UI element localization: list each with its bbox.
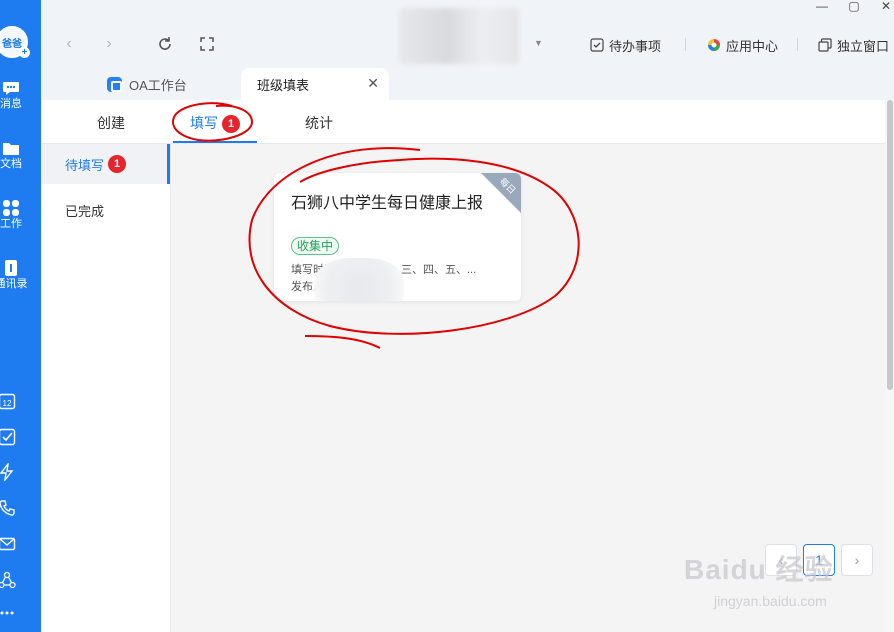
url-dropdown-icon[interactable]: ▼ bbox=[534, 38, 543, 48]
refresh-icon[interactable] bbox=[156, 35, 174, 53]
tab-class-form-label: 班级填表 bbox=[257, 77, 310, 93]
phone-icon[interactable] bbox=[0, 499, 16, 517]
contacts-icon bbox=[5, 260, 17, 276]
subtab-bar: 创建 填写 1 统计 bbox=[41, 100, 885, 144]
standalone-window-label: 独立窗口 bbox=[837, 38, 890, 54]
rail-label-contacts: 通讯录 bbox=[0, 278, 28, 290]
oa-logo-icon bbox=[107, 76, 122, 92]
rail-label-work: 工作 bbox=[0, 218, 22, 230]
todo-check-icon[interactable] bbox=[0, 428, 16, 446]
message-icon bbox=[3, 82, 19, 95]
window-icon bbox=[818, 38, 832, 52]
rail-label-messages: 消息 bbox=[0, 98, 22, 110]
rail-item-contacts[interactable]: 通讯录 bbox=[0, 260, 28, 291]
todo-label: 待办事项 bbox=[609, 38, 662, 54]
close-window-icon[interactable]: ✕ bbox=[879, 0, 893, 12]
divider bbox=[797, 38, 798, 51]
browser-topbar: ‹ › ▼ 待办事项 应用中心 独立窗口 — ▢ ✕ OA工作台 班级填表 ✕ bbox=[41, 0, 894, 100]
watermark-url: jingyan.baidu.com bbox=[714, 593, 827, 609]
todo-icon bbox=[590, 38, 604, 52]
avatar-text: 爸爸 bbox=[2, 38, 22, 50]
rail-item-messages[interactable]: 消息 bbox=[0, 80, 28, 111]
scrollbar[interactable] bbox=[885, 100, 894, 632]
active-tab-indicator bbox=[173, 141, 257, 143]
calendar-day: 12 bbox=[3, 399, 12, 408]
form-title: 石狮八中学生每日健康上报 bbox=[291, 195, 484, 212]
sidebar-item-pending-label: 待填写 bbox=[65, 157, 105, 173]
app-center-icon bbox=[708, 39, 720, 51]
tab-stats-label: 统计 bbox=[305, 115, 333, 131]
minimize-icon[interactable]: — bbox=[815, 0, 829, 12]
next-page-button[interactable]: › bbox=[841, 544, 873, 576]
add-status-icon[interactable]: + bbox=[19, 47, 30, 58]
form-card[interactable]: 石狮八中学生每日健康上报 每日 收集中 填写时间：周一、二、三、四、五、... … bbox=[274, 173, 521, 301]
more-icon[interactable] bbox=[0, 604, 16, 622]
lightning-icon[interactable] bbox=[0, 463, 16, 481]
standalone-window-button[interactable]: 独立窗口 bbox=[818, 37, 890, 54]
rail-item-docs[interactable]: 文档 bbox=[0, 140, 28, 171]
sidebar-item-done[interactable]: 已完成 bbox=[41, 190, 170, 230]
calendar-icon[interactable]: 12 bbox=[0, 392, 16, 410]
sidebar-item-done-label: 已完成 bbox=[65, 203, 105, 219]
app-rail: 爸爸 + 消息 文档 工作 通讯录 12 bbox=[0, 0, 41, 632]
app-center-label: 应用中心 bbox=[726, 38, 779, 54]
blurred-url bbox=[399, 8, 519, 64]
mail-icon[interactable] bbox=[0, 535, 16, 553]
tab-fill-label: 填写 bbox=[190, 115, 218, 131]
tab-oa-label: OA工作台 bbox=[129, 77, 187, 93]
divider bbox=[685, 38, 686, 51]
rail-label-docs: 文档 bbox=[0, 158, 22, 170]
status-sidebar: 待填写 1 已完成 bbox=[41, 144, 171, 632]
watermark: Baidu 经验 bbox=[684, 554, 834, 585]
sidebar-item-pending[interactable]: 待填写 1 bbox=[41, 144, 170, 184]
fullscreen-icon[interactable] bbox=[198, 35, 216, 53]
tab-create[interactable]: 创建 bbox=[97, 113, 125, 133]
back-button[interactable]: ‹ bbox=[60, 35, 78, 53]
maximize-icon[interactable]: ▢ bbox=[847, 0, 861, 12]
fill-count-badge: 1 bbox=[222, 115, 240, 134]
privacy-blur bbox=[314, 258, 404, 301]
document-icon bbox=[3, 143, 19, 155]
org-icon[interactable] bbox=[0, 571, 16, 589]
tab-class-form[interactable]: 班级填表 ✕ bbox=[241, 68, 389, 100]
workspace-grid-icon bbox=[3, 200, 19, 216]
tab-fill[interactable]: 填写 1 bbox=[190, 113, 240, 134]
app-center-button[interactable]: 应用中心 bbox=[707, 37, 779, 54]
tab-create-label: 创建 bbox=[97, 115, 125, 131]
rail-item-work[interactable]: 工作 bbox=[0, 200, 28, 231]
pending-count-badge: 1 bbox=[108, 155, 127, 173]
todo-button[interactable]: 待办事项 bbox=[590, 37, 662, 54]
forward-button[interactable]: › bbox=[100, 35, 118, 53]
close-icon[interactable]: ✕ bbox=[367, 75, 379, 92]
status-badge: 收集中 bbox=[291, 237, 340, 255]
scroll-thumb[interactable] bbox=[887, 100, 893, 390]
tab-oa-workbench[interactable]: OA工作台 bbox=[107, 68, 187, 100]
tab-stats[interactable]: 统计 bbox=[305, 113, 333, 133]
